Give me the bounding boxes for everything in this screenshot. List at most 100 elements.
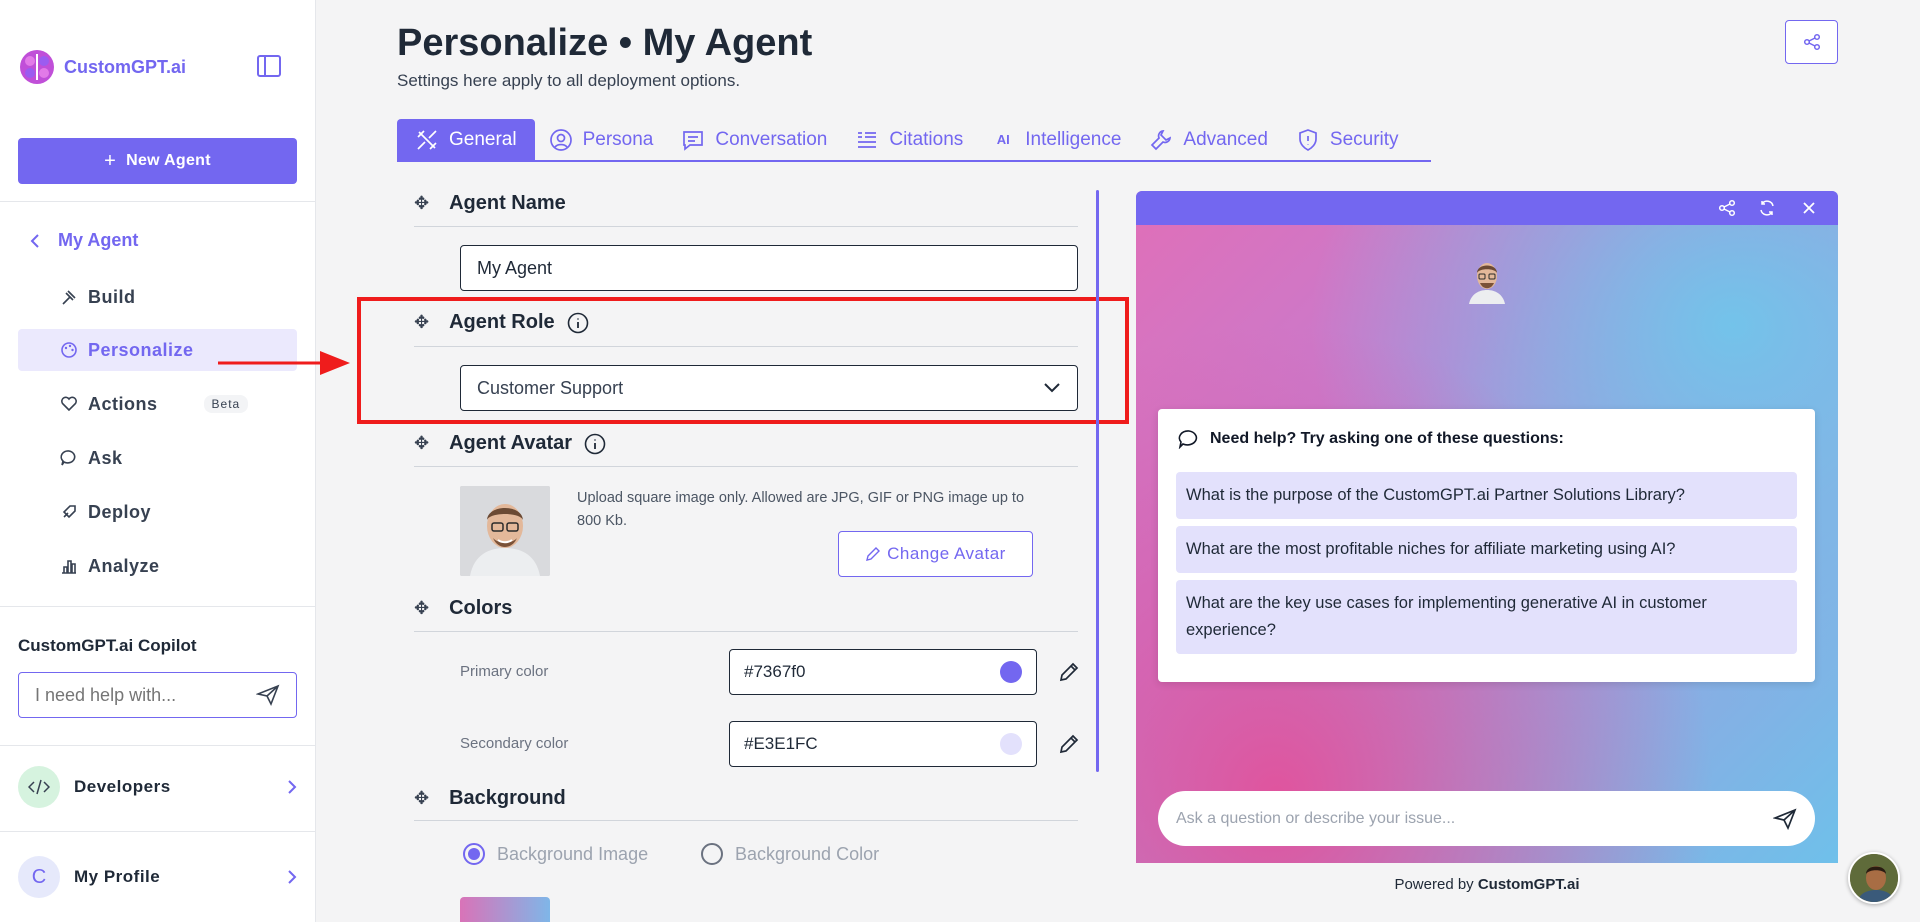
sidebar-item-label: Analyze xyxy=(88,555,160,576)
wrench-icon xyxy=(1151,129,1172,150)
primary-color-value: #7367f0 xyxy=(744,662,806,681)
drag-handle-icon[interactable]: ✥ xyxy=(414,193,429,214)
tab-persona[interactable]: Persona xyxy=(535,119,668,160)
tab-citations[interactable]: Citations xyxy=(841,119,977,160)
quote-list-icon xyxy=(858,131,877,148)
tab-label: Persona xyxy=(582,128,654,150)
background-section: ✥ Background xyxy=(414,787,566,810)
tab-label: Intelligence xyxy=(1025,128,1122,150)
divider xyxy=(414,226,1078,227)
plus-icon: + xyxy=(104,149,117,172)
share-icon[interactable] xyxy=(1718,199,1736,217)
logo[interactable]: CustomGPT.ai xyxy=(18,48,186,86)
tab-conversation[interactable]: Conversation xyxy=(667,119,841,160)
suggested-question[interactable]: What is the purpose of the CustomGPT.ai … xyxy=(1176,472,1797,519)
support-avatar[interactable] xyxy=(1848,852,1900,904)
secondary-color-label: Secondary color xyxy=(460,735,569,752)
bg-image-option[interactable]: Background Image xyxy=(463,843,648,865)
logo-text: CustomGPT.ai xyxy=(64,56,187,77)
radio-button[interactable] xyxy=(701,843,723,865)
secondary-color-swatch[interactable] xyxy=(1000,733,1022,755)
chat-preview: Need help? Try asking one of these quest… xyxy=(1136,191,1838,863)
sidebar-item-actions[interactable]: Actions Beta xyxy=(18,383,297,425)
suggested-question[interactable]: What are the most profitable niches for … xyxy=(1176,526,1797,573)
chat-bubble-icon xyxy=(1178,430,1198,449)
sidebar-toggle-icon[interactable] xyxy=(256,54,282,78)
secondary-color-input[interactable]: #E3E1FC xyxy=(729,721,1037,767)
primary-color-label: Primary color xyxy=(460,663,549,680)
section-title: Colors xyxy=(449,597,513,619)
section-title: Background xyxy=(449,787,566,809)
new-agent-button[interactable]: + New Agent xyxy=(18,138,297,184)
primary-color-input[interactable]: #7367f0 xyxy=(729,649,1037,695)
bar-chart-icon xyxy=(62,560,76,574)
my-profile-link[interactable]: C My Profile xyxy=(18,855,297,899)
radio-button[interactable] xyxy=(463,843,485,865)
settings-tabs: General Persona Conversation Citations A… xyxy=(397,119,1431,162)
new-agent-label: New Agent xyxy=(126,152,211,169)
agent-name-input[interactable]: My Agent xyxy=(460,245,1078,291)
suggested-questions-card: Need help? Try asking one of these quest… xyxy=(1158,409,1815,682)
tab-label: Security xyxy=(1329,128,1399,150)
suggested-question[interactable]: What are the key use cases for implement… xyxy=(1176,580,1797,654)
copilot-input-box[interactable] xyxy=(18,672,297,718)
tab-intelligence[interactable]: AI Intelligence xyxy=(977,119,1135,160)
sidebar-item-analyze[interactable]: Analyze xyxy=(18,545,297,587)
divider xyxy=(0,201,316,202)
chat-input[interactable]: Ask a question or describe your issue... xyxy=(1158,791,1815,846)
tab-label: Conversation xyxy=(715,128,828,150)
powered-brand[interactable]: CustomGPT.ai xyxy=(1478,876,1580,893)
ai-icon: AI xyxy=(996,132,1010,147)
tab-general[interactable]: General xyxy=(397,119,535,160)
pencil-icon[interactable] xyxy=(1058,661,1080,683)
send-icon[interactable] xyxy=(256,684,280,706)
agent-avatar-small xyxy=(1465,254,1509,304)
divider xyxy=(0,831,316,832)
share-button[interactable] xyxy=(1785,20,1838,64)
sidebar-item-build[interactable]: Build xyxy=(18,276,297,318)
tab-label: Advanced xyxy=(1183,128,1268,150)
avatar: C xyxy=(18,856,60,898)
primary-color-swatch[interactable] xyxy=(1000,661,1022,683)
rocket-icon xyxy=(62,505,76,519)
pencil-icon xyxy=(866,547,881,561)
chat-icon xyxy=(60,450,76,466)
close-icon[interactable] xyxy=(1800,199,1818,217)
powered-by: Powered by CustomGPT.ai xyxy=(1136,876,1838,893)
scrollbar[interactable] xyxy=(1096,190,1099,772)
info-icon[interactable] xyxy=(584,433,606,455)
divider xyxy=(414,631,1078,632)
user-circle-icon xyxy=(549,128,572,151)
sidebar-item-label: Build xyxy=(88,286,136,307)
brain-logo-icon xyxy=(20,50,54,84)
radio-label: Background Image xyxy=(497,843,649,864)
refresh-icon[interactable] xyxy=(1758,199,1776,217)
bg-color-option[interactable]: Background Color xyxy=(701,843,879,865)
preview-toolbar xyxy=(1136,191,1838,225)
copilot-input[interactable] xyxy=(35,684,235,706)
sidebar-item-deploy[interactable]: Deploy xyxy=(18,491,297,533)
divider xyxy=(0,606,316,607)
divider xyxy=(414,820,1078,821)
drag-handle-icon[interactable]: ✥ xyxy=(414,433,429,454)
agent-avatar-image xyxy=(460,486,550,576)
drag-handle-icon[interactable]: ✥ xyxy=(414,788,429,809)
profile-label: My Profile xyxy=(74,867,161,886)
tab-security[interactable]: Security xyxy=(1282,119,1413,160)
radio-label: Background Color xyxy=(735,843,880,864)
chevron-right-icon xyxy=(288,780,297,794)
sidebar: CustomGPT.ai + New Agent My Agent Build … xyxy=(0,0,316,922)
sidebar-item-ask[interactable]: Ask xyxy=(18,437,297,479)
developers-link[interactable]: Developers xyxy=(18,765,297,809)
pencil-icon[interactable] xyxy=(1058,733,1080,755)
suggested-questions-title: Need help? Try asking one of these quest… xyxy=(1178,429,1564,449)
send-icon[interactable] xyxy=(1773,807,1797,830)
tab-advanced[interactable]: Advanced xyxy=(1135,119,1282,160)
sidebar-item-label: Personalize xyxy=(88,339,194,360)
drag-handle-icon[interactable]: ✥ xyxy=(414,598,429,619)
background-thumbnail xyxy=(460,897,550,922)
change-avatar-button[interactable]: Change Avatar xyxy=(838,531,1033,577)
sidebar-item-label: Actions xyxy=(88,393,158,414)
code-icon xyxy=(18,766,60,808)
back-to-agent-link[interactable]: My Agent xyxy=(30,230,138,251)
